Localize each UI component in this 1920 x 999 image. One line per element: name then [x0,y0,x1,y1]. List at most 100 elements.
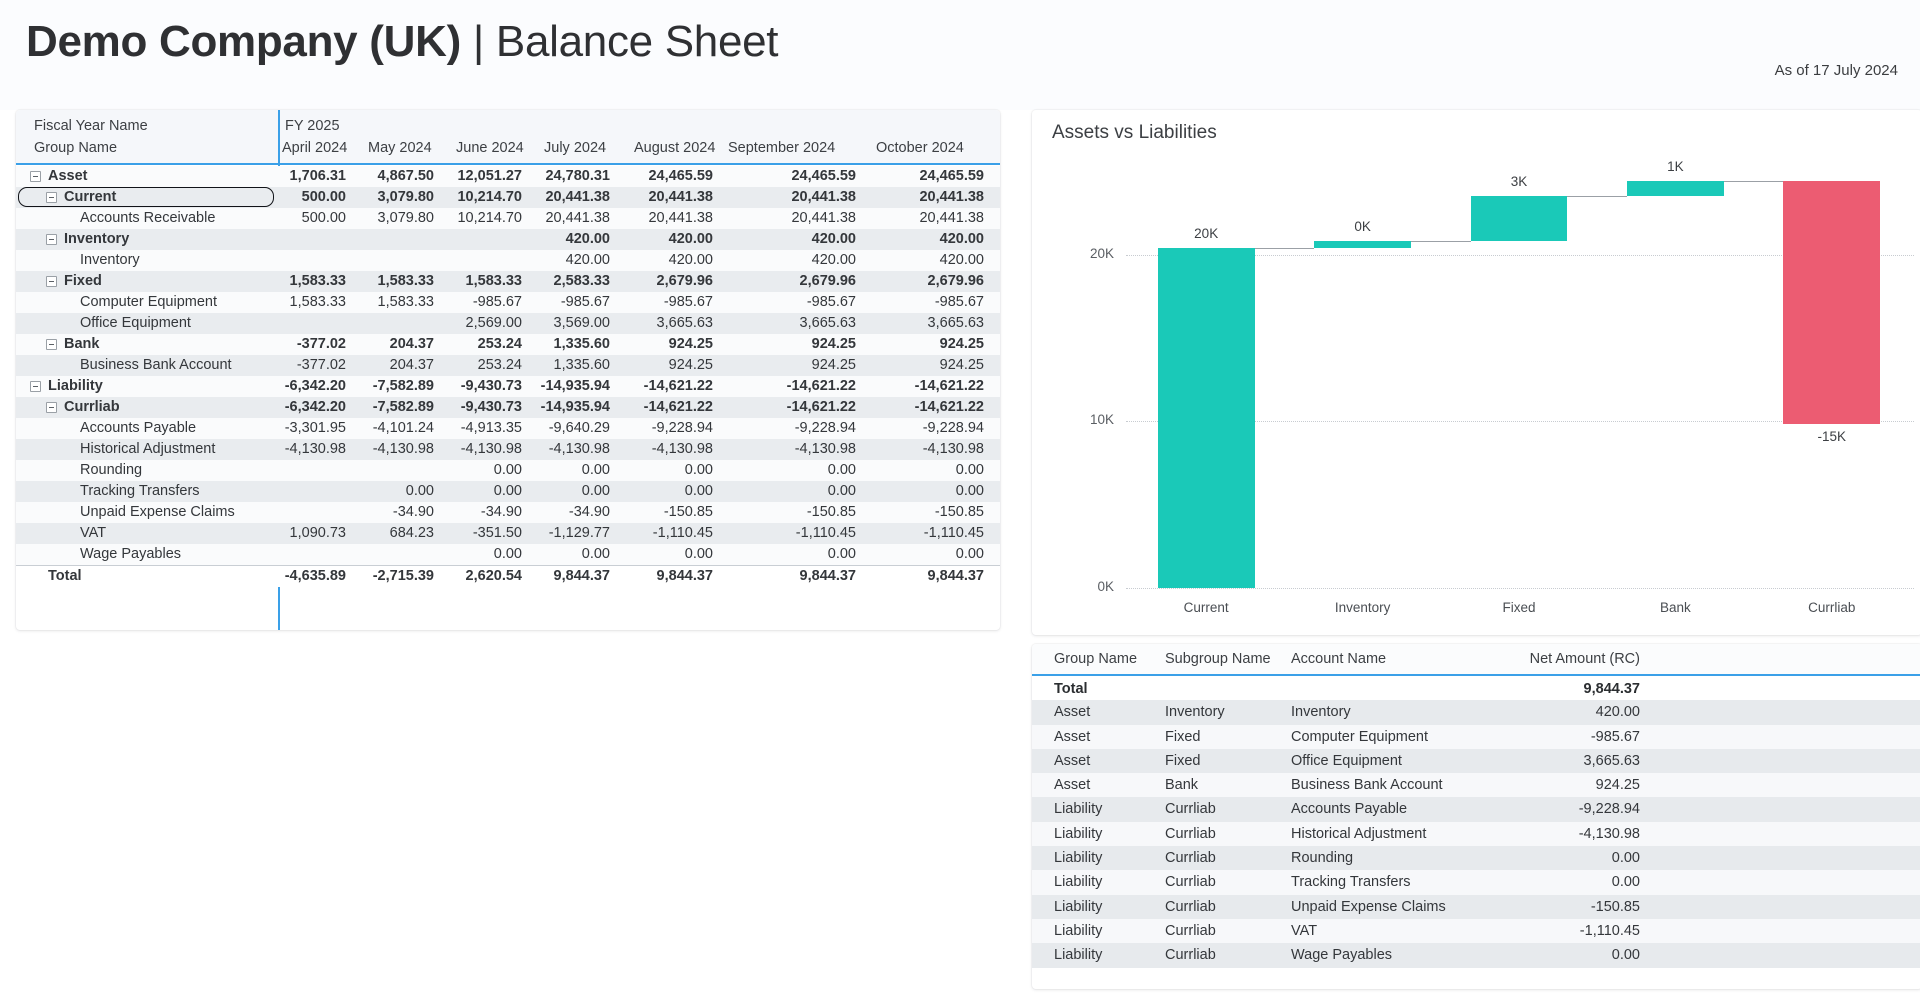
matrix-cell-value: -14,621.22 [786,378,856,394]
chart-x-tick-label: Currliab [1808,600,1856,615]
page-title: Demo Company (UK) | Balance Sheet [26,17,779,67]
detail-subgroup-name: Fixed [1165,752,1201,769]
matrix-row[interactable]: Tracking Transfers 0.00 0.00 0.00 0.00 0.00 0.… [16,481,1000,502]
matrix-cell-value: 1,583.33 [377,294,434,310]
matrix-row[interactable]: Office Equipment 2,569.00 3,569.00 3,665.63… [16,313,1000,334]
detail-grid-row[interactable]: Liability Currliab VAT -1,110.45 [1032,918,1920,944]
detail-grid-total-amount: 9,844.37 [1583,681,1640,697]
detail-group-name: Asset [1054,704,1091,721]
expand-collapse-icon[interactable] [46,276,57,287]
matrix-cell-value: 1,335.60 [553,336,610,352]
matrix-row[interactable]: Fixed 1,583.33 1,583.33 1,583.33 2,583.33 2,6… [16,271,1000,292]
matrix-cell-value: -3,301.95 [284,420,346,436]
matrix-cell-value: 1,583.33 [289,294,346,310]
detail-account-name: Unpaid Expense Claims [1291,898,1446,915]
detail-grid-column-header[interactable]: Group Name [1054,651,1137,667]
chart-bar[interactable] [1157,247,1255,588]
matrix-row[interactable]: Asset 1,706.31 4,867.50 12,051.27 24,780.31 2… [16,166,1000,187]
chart-bar[interactable] [1626,180,1724,196]
matrix-row-label: VAT [80,525,107,541]
chart-bar[interactable] [1783,180,1881,425]
matrix-cell-value: 924.25 [811,357,856,373]
detail-grid-row[interactable]: Liability Currliab Accounts Payable -9,228.… [1032,797,1920,822]
detail-group-name: Liability [1054,801,1103,818]
matrix-cell-value: 420.00 [811,252,856,268]
matrix-cell-value: 0.00 [493,546,522,562]
matrix-cell-value: 420.00 [565,231,610,247]
matrix-cell-value: 1,583.33 [289,273,346,289]
matrix-row[interactable]: Business Bank Account -377.02 204.37 253.24… [16,355,1000,376]
detail-grid-column-header[interactable]: Net Amount (RC) [1530,651,1640,667]
matrix-cell-value: -4,101.24 [372,420,434,436]
matrix-cell-value: 0.00 [405,483,434,499]
matrix-row[interactable]: Current 500.00 3,079.80 10,214.70 20,441.38 2… [16,187,1000,208]
matrix-row[interactable]: Wage Payables 0.00 0.00 0.00 0.00 0.00 [16,544,1000,565]
expand-collapse-icon[interactable] [46,192,57,203]
matrix-cell-value: 253.24 [477,357,522,373]
matrix-cell-value: -4,130.98 [651,441,713,457]
detail-grid-row[interactable]: Asset Inventory Inventory 420.00 [1032,700,1920,725]
matrix-row[interactable]: Historical Adjustment -4,130.98 -4,130.98 -… [16,439,1000,460]
matrix-cell-value: 253.24 [477,336,522,352]
detail-grid-row[interactable]: Asset Fixed Computer Equipment -985.67 [1032,724,1920,749]
expand-collapse-icon[interactable] [46,339,57,350]
matrix-cell-value: 420.00 [811,231,856,247]
detail-grid-column-header[interactable]: Subgroup Name [1165,651,1271,667]
matrix-cell-value: 0.00 [581,483,610,499]
matrix-row[interactable]: Inventory 420.00 420.00 420.00 420.00 [16,250,1000,271]
matrix-cell-value: 924.25 [939,357,984,373]
matrix-row[interactable]: Inventory 420.00 420.00 420.00 420.00 [16,229,1000,250]
detail-group-name: Asset [1054,752,1091,769]
matrix-row[interactable]: Bank -377.02 204.37 253.24 1,335.60 924.25 924… [16,334,1000,355]
expand-collapse-icon[interactable] [30,171,41,182]
matrix-row-label: Liability [48,378,103,394]
matrix-row[interactable]: Computer Equipment 1,583.33 1,583.33 -985.6… [16,292,1000,313]
chart-bar[interactable] [1314,240,1412,248]
assets-vs-liabilities-chart-panel: Assets vs Liabilities 0K 10K 20K 20K Current… [1032,110,1920,635]
detail-group-name: Liability [1054,922,1103,939]
chart-bar[interactable] [1470,195,1568,241]
matrix-cell-value: -14,621.22 [786,399,856,415]
matrix-cell-value: -14,621.22 [643,378,713,394]
detail-grid-row[interactable]: Liability Currliab Historical Adjustment -4… [1032,821,1920,847]
chart-x-tick-label: Current [1183,600,1229,615]
matrix-cell-value: -9,430.73 [460,378,522,394]
detail-net-amount: -4,130.98 [1578,825,1640,842]
matrix-cell-value: 3,665.63 [927,315,984,331]
matrix-cell-value: -4,130.98 [460,441,522,457]
chart-y-tick-label: 0K [1097,579,1114,594]
expand-collapse-icon[interactable] [30,381,41,392]
detail-grid-row[interactable]: Asset Fixed Office Equipment 3,665.63 [1032,748,1920,774]
matrix-cell-value: -1,129.77 [548,525,610,541]
detail-grid-column-header[interactable]: Account Name [1291,651,1386,667]
matrix-cell-value: -4,913.35 [460,420,522,436]
detail-grid-row[interactable]: Liability Currliab Rounding 0.00 [1032,846,1920,871]
detail-grid-row[interactable]: Liability Currliab Tracking Transfers 0.00 [1032,870,1920,895]
matrix-cell-value: 24,465.59 [648,168,713,184]
matrix-row[interactable]: Rounding 0.00 0.00 0.00 0.00 0.00 [16,460,1000,481]
matrix-cell-value: -14,621.22 [914,378,984,394]
matrix-row[interactable]: Liability -6,342.20 -7,582.89 -9,430.73 -14,… [16,376,1000,397]
matrix-cell-value: 684.23 [389,525,434,541]
detail-group-name: Asset [1054,777,1091,794]
detail-grid-row[interactable]: Asset Bank Business Bank Account 924.25 [1032,773,1920,798]
matrix-row[interactable]: Accounts Receivable 500.00 3,079.80 10,214.… [16,208,1000,229]
expand-collapse-icon[interactable] [46,402,57,413]
matrix-cell-value: 3,665.63 [799,315,856,331]
matrix-cell-value: -985.67 [663,294,713,310]
matrix-row[interactable]: Unpaid Expense Claims -34.90 -34.90 -34.90 -… [16,502,1000,523]
matrix-row[interactable]: VAT 1,090.73 684.23 -351.50 -1,129.77 -1,110.… [16,523,1000,544]
matrix-column-header: September 2024 [728,140,836,156]
detail-grid-row[interactable]: Liability Currliab Wage Payables 0.00 [1032,943,1920,968]
expand-collapse-icon[interactable] [46,234,57,245]
matrix-cell-value: -34.90 [480,504,522,520]
chart-connector-line [1723,180,1784,182]
detail-grid-row[interactable]: Liability Currliab Unpaid Expense Claims -1… [1032,894,1920,919]
matrix-cell-value: 924.25 [939,336,984,352]
matrix-cell-value: 20,441.38 [919,189,984,205]
matrix-row[interactable]: Currliab -6,342.20 -7,582.89 -9,430.73 -14,9… [16,397,1000,418]
matrix-cell-value: -34.90 [392,504,434,520]
detail-grid-header: Group Name Subgroup Name Account Name Net A… [1032,644,1920,674]
matrix-row[interactable]: Accounts Payable -3,301.95 -4,101.24 -4,913… [16,418,1000,439]
matrix-cell-value: -34.90 [568,504,610,520]
